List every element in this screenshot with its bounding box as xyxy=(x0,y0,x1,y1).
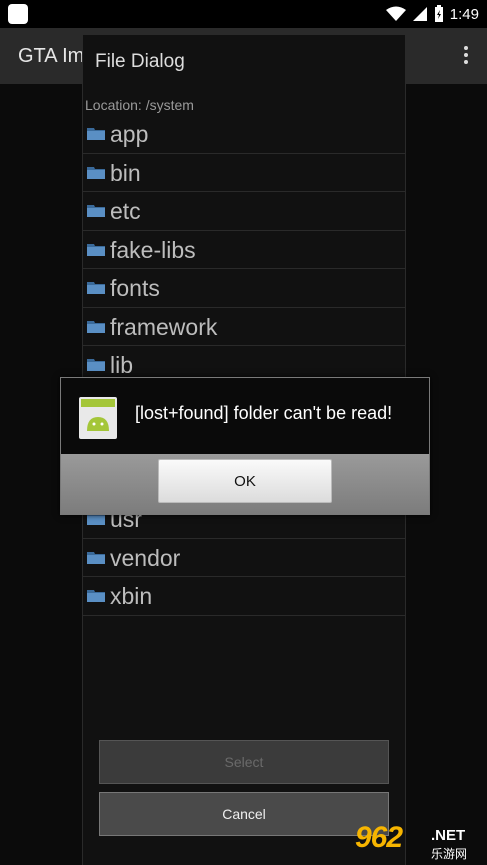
folder-icon xyxy=(87,243,105,256)
folder-name: etc xyxy=(110,198,141,224)
folder-icon xyxy=(87,320,105,333)
watermark-number: 962 xyxy=(355,821,403,854)
overflow-menu-icon[interactable] xyxy=(463,46,469,66)
folder-name: vendor xyxy=(110,544,181,571)
folder-name: lib xyxy=(110,352,134,378)
watermark-tagline: 乐游网 xyxy=(431,847,468,861)
app-title: GTA Im xyxy=(18,45,85,67)
folder-name: app xyxy=(110,121,149,147)
folder-item[interactable]: framework xyxy=(83,308,405,346)
battery-icon xyxy=(434,5,443,22)
folder-list: app bin etc fake-libs fonts framework li… xyxy=(83,115,405,616)
alert-dialog: [lost+found] folder can't be read! OK xyxy=(60,377,430,515)
android-app-icon xyxy=(79,397,117,439)
select-button[interactable]: Select xyxy=(99,740,389,784)
signal-icon xyxy=(412,7,427,21)
folder-item[interactable]: vendor xyxy=(83,539,405,577)
folder-item[interactable]: etc xyxy=(83,192,405,231)
folder-icon xyxy=(87,551,105,564)
app-notification-icon xyxy=(8,4,28,24)
clock: 1:49 xyxy=(449,5,479,23)
folder-name: framework xyxy=(110,313,218,340)
folder-item[interactable]: fake-libs xyxy=(83,231,405,269)
folder-icon xyxy=(87,166,105,179)
folder-name: fake-libs xyxy=(110,236,196,263)
folder-icon xyxy=(87,205,105,217)
folder-name: xbin xyxy=(110,583,153,609)
folder-item[interactable]: xbin xyxy=(83,577,405,616)
status-bar: 1:49 xyxy=(0,0,487,28)
alert-button-bar: OK xyxy=(61,454,429,514)
folder-name: fonts xyxy=(110,275,160,301)
folder-icon xyxy=(87,590,105,602)
folder-icon xyxy=(87,282,105,294)
site-watermark: 962 .NET 乐游网 xyxy=(347,821,477,861)
cancel-button[interactable]: Cancel xyxy=(99,792,389,836)
alert-message: [lost+found] folder can't be read! xyxy=(135,403,393,423)
ok-button[interactable]: OK xyxy=(158,459,332,503)
folder-item[interactable]: bin xyxy=(83,154,405,192)
dialog-title: File Dialog xyxy=(95,51,185,72)
watermark-domain: .NET xyxy=(431,827,466,844)
folder-name: bin xyxy=(110,159,141,186)
folder-icon xyxy=(87,128,105,140)
folder-icon xyxy=(87,359,105,371)
alert-body: [lost+found] folder can't be read! xyxy=(61,378,429,454)
folder-item[interactable]: app xyxy=(83,115,405,154)
location-label: Location: /system xyxy=(85,97,194,113)
folder-item[interactable]: fonts xyxy=(83,269,405,308)
wifi-icon xyxy=(385,6,406,21)
status-icons: 1:49 xyxy=(385,4,479,24)
